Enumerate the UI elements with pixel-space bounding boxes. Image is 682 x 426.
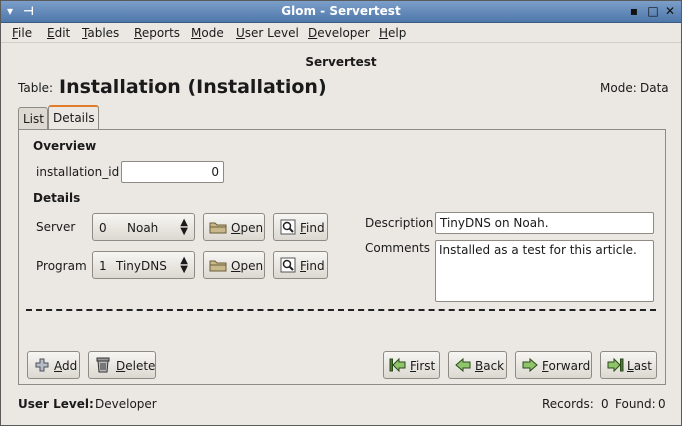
menu-bar: File Edit Tables Reports Mode User Level…	[1, 23, 681, 43]
installation-id-field[interactable]: 0	[121, 161, 224, 183]
find-icon	[280, 257, 296, 273]
program-open-label: Open	[231, 259, 264, 273]
tab-details[interactable]: Details	[48, 105, 99, 129]
folder-icon	[209, 222, 227, 234]
forward-arrow-icon	[522, 357, 538, 373]
back-arrow-icon	[455, 357, 471, 373]
records-value: 0	[601, 397, 609, 411]
last-icon	[607, 357, 624, 373]
layout-separator	[26, 309, 656, 311]
menu-help[interactable]: Help	[379, 26, 406, 40]
menu-reports[interactable]: Reports	[134, 26, 180, 40]
found-label: Found:	[615, 397, 656, 411]
delete-label: Delete	[116, 359, 156, 373]
program-name: TinyDNS	[116, 259, 167, 273]
menu-user-level[interactable]: User Level	[236, 26, 299, 40]
database-title: Servertest	[305, 55, 377, 69]
program-combo[interactable]: 1 TinyDNS ▲ ▼	[92, 251, 195, 279]
server-find-button[interactable]: Find	[273, 213, 328, 241]
tab-list[interactable]: List	[18, 107, 48, 129]
last-label: Last	[627, 359, 652, 373]
program-open-button[interactable]: Open	[203, 251, 265, 279]
add-icon	[35, 358, 49, 372]
server-open-button[interactable]: Open	[203, 213, 265, 241]
menu-tables[interactable]: Tables	[82, 26, 119, 40]
program-find-button[interactable]: Find	[273, 251, 328, 279]
menu-file[interactable]: File	[12, 26, 32, 40]
close-icon[interactable]: ✕	[663, 4, 677, 18]
overview-heading: Overview	[33, 139, 97, 153]
user-level-value: Developer	[95, 397, 157, 411]
program-id: 1	[99, 259, 107, 273]
menu-mode[interactable]: Mode	[191, 26, 224, 40]
first-icon	[389, 357, 406, 373]
add-label: Add	[54, 359, 78, 373]
add-button[interactable]: Add	[27, 351, 80, 379]
server-open-label: Open	[231, 221, 264, 235]
mode-value: Data	[640, 81, 669, 95]
program-find-label: Find	[300, 259, 325, 273]
mode-label: Mode:	[600, 81, 637, 95]
server-find-label: Find	[300, 221, 325, 235]
minimize-icon[interactable]: ▪	[627, 4, 641, 18]
maximize-icon[interactable]: □	[646, 4, 660, 18]
user-level-label: User Level:	[18, 397, 94, 411]
first-label: First	[410, 359, 436, 373]
back-label: Back	[475, 359, 505, 373]
find-icon	[280, 219, 296, 235]
details-heading: Details	[33, 191, 81, 205]
found-value: 0	[658, 397, 666, 411]
last-button[interactable]: Last	[600, 351, 657, 379]
menu-edit[interactable]: Edit	[47, 26, 70, 40]
first-button[interactable]: First	[383, 351, 440, 379]
comments-label: Comments	[365, 241, 431, 255]
server-id: 0	[99, 221, 107, 235]
window-title: Glom - Servertest	[281, 4, 401, 18]
back-button[interactable]: Back	[448, 351, 507, 379]
program-label: Program	[36, 259, 87, 273]
menu-developer[interactable]: Developer	[308, 26, 370, 40]
forward-button[interactable]: Forward	[515, 351, 592, 379]
table-title: Installation (Installation)	[59, 76, 327, 98]
delete-button[interactable]: Delete	[88, 351, 156, 379]
records-label: Records:	[542, 397, 594, 411]
combo-arrows-icon: ▲ ▼	[180, 255, 188, 275]
app-window: ▾ ⊣ Glom - Servertest ▪ □ ✕ File Edit Ta…	[0, 0, 682, 426]
trash-icon	[96, 357, 110, 373]
server-combo[interactable]: 0 Noah ▲ ▼	[92, 213, 195, 241]
description-label: Description	[365, 216, 434, 230]
server-label: Server	[36, 220, 76, 234]
server-name: Noah	[127, 221, 159, 235]
description-field[interactable]: TinyDNS on Noah.	[435, 212, 654, 234]
title-bar: ▾ ⊣ Glom - Servertest ▪ □ ✕	[1, 1, 681, 23]
table-label: Table:	[18, 81, 54, 95]
folder-icon	[209, 260, 227, 272]
installation-id-label: installation_id	[36, 165, 120, 179]
combo-arrows-icon: ▲ ▼	[180, 217, 188, 237]
forward-label: Forward	[542, 359, 591, 373]
comments-textarea[interactable]: Installed as a test for this article.	[435, 240, 654, 302]
